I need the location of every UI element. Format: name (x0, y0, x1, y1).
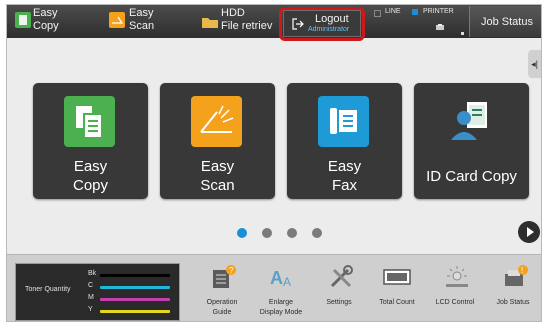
line-status-box (374, 10, 381, 17)
toner-bar (100, 286, 170, 289)
tile-label-line1: Easy (327, 158, 362, 175)
play-arrow-icon (527, 227, 534, 237)
toner-bar (100, 274, 170, 277)
settings-button[interactable]: Settings (310, 258, 368, 321)
printer-status-box (412, 9, 418, 15)
toner-label: M (88, 294, 94, 301)
shortcut-label-line1: Enlarge (268, 299, 294, 306)
svg-text:A: A (283, 275, 291, 289)
settings-icon (328, 264, 353, 288)
top-bar: Easy Copy Easy Scan HDD File retriev Log… (7, 5, 541, 41)
toner-bar (100, 310, 170, 313)
easy-copy-label-line2: Copy (33, 20, 59, 32)
id-card-copy-icon (445, 96, 496, 147)
toner-row-m: M (88, 294, 170, 304)
svg-text:!: ! (521, 266, 523, 275)
easy-scan-shortcut[interactable]: Easy Scan (107, 5, 179, 38)
lcd-control-icon (444, 264, 468, 288)
job-status-shortcut-button[interactable]: ! Job Status (484, 258, 541, 321)
scan-icon (191, 96, 242, 147)
shortcut-label-line1: Operation (206, 299, 238, 306)
page-dot-active[interactable] (237, 228, 247, 238)
page-dot[interactable] (312, 228, 322, 238)
hdd-label-line2: File retriev (221, 20, 273, 32)
job-status-button[interactable]: Job Status (469, 6, 541, 37)
tile-label-line2: Copy (72, 177, 109, 194)
copy-icon (64, 96, 115, 147)
tile-label-line1: Easy (73, 158, 108, 175)
tile-easy-copy[interactable]: Easy Copy (33, 83, 148, 199)
printer-dropdown-marker (461, 32, 464, 35)
hdd-file-retrieve-shortcut[interactable]: HDD File retriev (199, 5, 277, 38)
easy-scan-label-line1: Easy (129, 7, 154, 19)
toner-label: Y (88, 306, 93, 313)
easy-copy-label-line1: Easy (33, 7, 58, 19)
tile-label-line2: Scan (200, 177, 235, 194)
enlarge-display-icon: AA (270, 264, 294, 289)
tile-easy-scan[interactable]: Easy Scan (160, 83, 275, 199)
toner-title: Toner Quantity (25, 286, 71, 293)
fax-icon (318, 96, 369, 147)
side-panel-tab[interactable]: ◂| (528, 50, 541, 78)
bottom-dock: Toner Quantity Bk C M Y ? Operation Guid… (7, 254, 541, 321)
shortcut-label: Total Count (379, 299, 415, 306)
tile-label-line2: Fax (331, 177, 357, 194)
toner-row-bk: Bk (88, 270, 170, 280)
shortcut-label: Settings (326, 299, 352, 306)
toner-label: Bk (88, 270, 97, 277)
easy-copy-shortcut[interactable]: Easy Copy (11, 5, 83, 38)
toner-row-c: C (88, 282, 170, 292)
svg-text:A: A (270, 268, 283, 288)
logout-highlight (279, 7, 365, 41)
svg-text:?: ? (229, 266, 234, 275)
line-status-label: LINE (385, 8, 401, 15)
hdd-folder-icon (201, 15, 219, 29)
shortcut-label-line2: Display Mode (259, 309, 303, 316)
job-status-label: Job Status (481, 15, 533, 28)
shortcut-label: Job Status (496, 299, 530, 306)
hdd-label-line1: HDD (221, 7, 245, 19)
operation-guide-icon: ? (211, 264, 236, 288)
tile-id-card-copy[interactable]: ID Card Copy (414, 83, 529, 199)
toner-quantity-panel: Toner Quantity Bk C M Y (15, 263, 180, 321)
total-count-icon (382, 264, 412, 288)
easy-copy-icon (15, 12, 31, 28)
easy-scan-label-line2: Scan (129, 20, 155, 32)
easy-scan-icon (109, 12, 125, 28)
lcd-control-button[interactable]: LCD Control (426, 258, 484, 321)
operation-guide-button[interactable]: ? Operation Guide (193, 258, 251, 321)
toner-bar (100, 298, 170, 301)
tile-label-line1: Easy (200, 158, 235, 175)
page-dot[interactable] (262, 228, 272, 238)
printer-status-label: PRINTER (423, 8, 454, 15)
device-screen: Easy Copy Easy Scan HDD File retriev Log… (6, 4, 542, 322)
tile-label-line1: ID Card Copy (426, 168, 517, 185)
shortcut-label: LCD Control (435, 299, 475, 306)
enlarge-display-mode-button[interactable]: AA Enlarge Display Mode (252, 258, 310, 321)
toner-row-y: Y (88, 306, 170, 316)
shortcut-label-line2: Guide (212, 309, 232, 316)
page-dot[interactable] (287, 228, 297, 238)
job-status-icon: ! (502, 264, 528, 288)
total-count-button[interactable]: Total Count (368, 258, 426, 321)
tile-easy-fax[interactable]: Easy Fax (287, 83, 402, 199)
next-page-button[interactable] (518, 221, 540, 243)
printer-icon (435, 19, 445, 30)
toner-label: C (88, 282, 94, 289)
side-tab-arrow-icon: ◂| (531, 59, 538, 69)
